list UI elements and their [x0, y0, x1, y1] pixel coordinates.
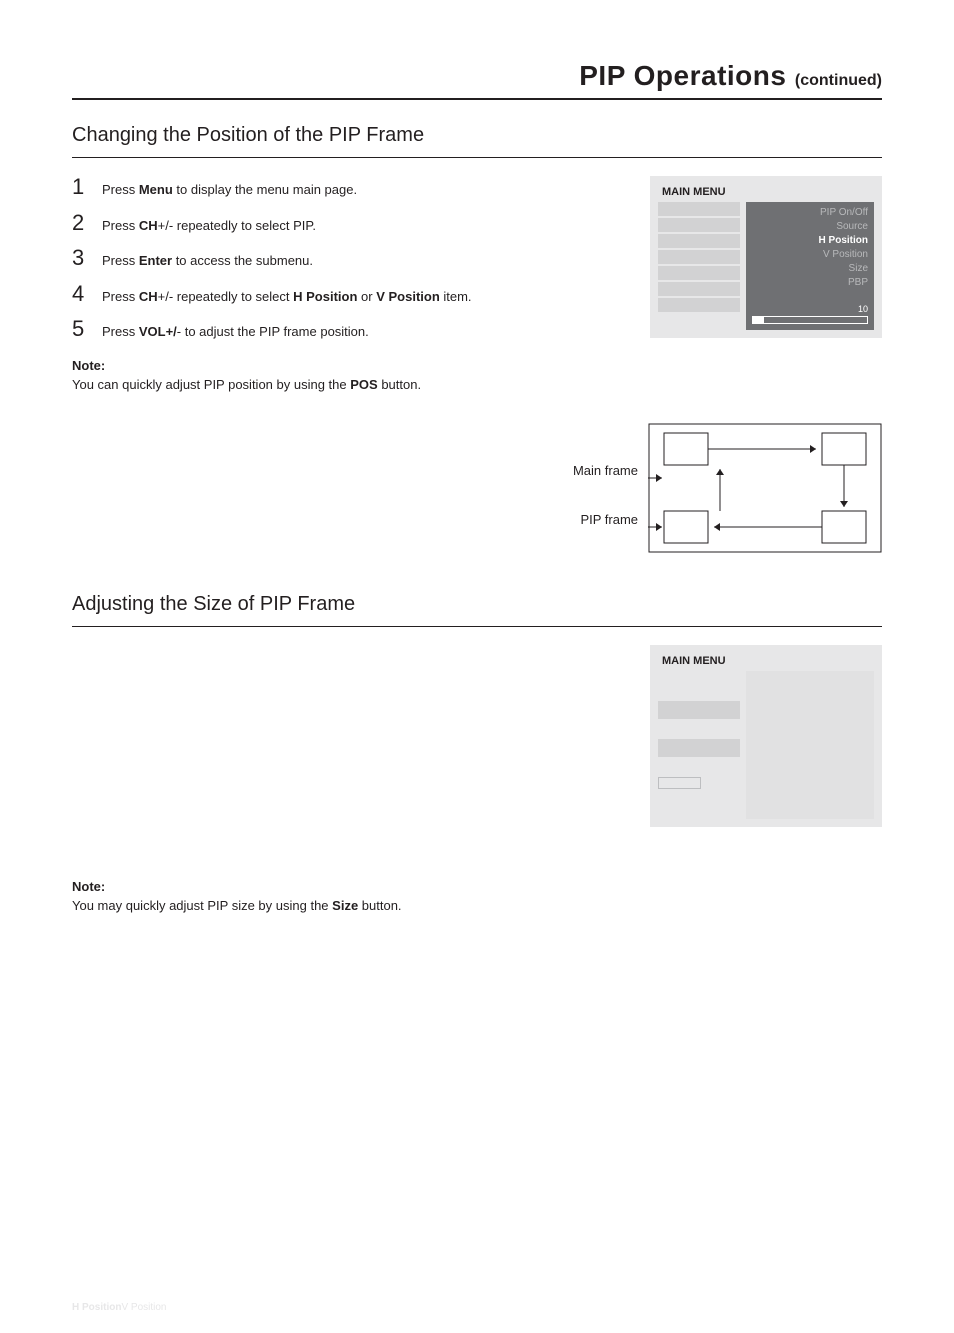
step-text-pre: Press	[102, 253, 139, 268]
osd-right-panel	[746, 671, 874, 819]
note-label: Note:	[72, 877, 882, 897]
osd-item-size: Size	[752, 262, 868, 275]
section2-title: Adjusting the Size of PIP Frame	[72, 593, 882, 627]
osd-left-row	[658, 298, 740, 312]
step-number: 3	[72, 247, 90, 271]
step-text: Press CH+/- repeatedly to select H Posit…	[102, 283, 472, 307]
osd-left-row	[658, 282, 740, 296]
footer-h: H Position	[72, 1302, 121, 1313]
osd-item-pbp: PBP	[752, 276, 868, 289]
step-number: 1	[72, 176, 90, 200]
osd-left-row	[658, 739, 740, 757]
step-text-post: or	[357, 289, 376, 304]
step-text-pre: Press	[102, 182, 139, 197]
step-4: 4 Press CH+/- repeatedly to select H Pos…	[72, 283, 620, 307]
osd-slider-track	[752, 316, 868, 324]
step-text-mid: to access the submenu.	[172, 253, 313, 268]
osd-title: MAIN MENU	[658, 653, 874, 671]
step-text-bold: CH	[139, 289, 158, 304]
osd-left-row	[658, 701, 740, 719]
osd-slider-value: 10	[752, 304, 868, 314]
step-text-post2: item.	[440, 289, 472, 304]
step-text: Press VOL+/- to adjust the PIP frame pos…	[102, 318, 369, 342]
step-text-pre: Press	[102, 289, 139, 304]
osd-left-row	[658, 777, 701, 789]
step-1: 1 Press Menu to display the menu main pa…	[72, 176, 620, 200]
note-text-bold: POS	[350, 377, 377, 392]
note-text-pre: You may quickly adjust PIP size by using…	[72, 898, 332, 913]
osd-menu-2: MAIN MENU	[650, 645, 882, 827]
step-number: 4	[72, 283, 90, 307]
step-number: 5	[72, 318, 90, 342]
note-text-pre: You can quickly adjust PIP position by u…	[72, 377, 350, 392]
osd-left-column	[658, 202, 740, 330]
note-text-bold: Size	[332, 898, 358, 913]
step-text-mid: +/- repeatedly to select	[158, 289, 294, 304]
note-1: Note: You can quickly adjust PIP positio…	[72, 356, 620, 395]
note-text-post: button.	[358, 898, 401, 913]
osd-item-h-position: H Position	[752, 234, 868, 247]
step-text-pre: Press	[102, 218, 139, 233]
osd-slider-fill	[753, 317, 764, 323]
step-text: Press Menu to display the menu main page…	[102, 176, 357, 200]
step-3: 3 Press Enter to access the submenu.	[72, 247, 620, 271]
step-text-mid: to display the menu main page.	[173, 182, 357, 197]
osd-right-panel: PIP On/Off Source H Position V Position …	[746, 202, 874, 330]
step-text-bold: Menu	[139, 182, 173, 197]
step-2: 2 Press CH+/- repeatedly to select PIP.	[72, 212, 620, 236]
note-text: You can quickly adjust PIP position by u…	[72, 375, 620, 395]
note-text-post: button.	[378, 377, 421, 392]
step-text-bold: Enter	[139, 253, 172, 268]
step-number: 2	[72, 212, 90, 236]
page-title-main: PIP Operations	[579, 60, 786, 91]
note-label: Note:	[72, 356, 620, 376]
osd-title: MAIN MENU	[658, 184, 874, 202]
osd-item-v-position: V Position	[752, 248, 868, 261]
step-text-mid: +/- repeatedly to select PIP.	[158, 218, 316, 233]
step-text-bold: VOL+/	[139, 324, 177, 339]
step-5: 5 Press VOL+/- to adjust the PIP frame p…	[72, 318, 620, 342]
step-text-bold: CH	[139, 218, 158, 233]
step-text-bold2: H Position	[293, 289, 357, 304]
osd-menu-1: MAIN MENU PIP On/Off Source H Position V…	[650, 176, 882, 338]
osd-item-source: Source	[752, 220, 868, 233]
step-text-pre: Press	[102, 324, 139, 339]
osd-left-row	[658, 250, 740, 264]
note-2: Note: You may quickly adjust PIP size by…	[72, 877, 882, 916]
diagram-label-main: Main frame	[573, 463, 638, 478]
osd-left-column	[658, 671, 740, 819]
section1-title: Changing the Position of the PIP Frame	[72, 124, 882, 158]
step-text: Press CH+/- repeatedly to select PIP.	[102, 212, 316, 236]
osd-left-row	[658, 266, 740, 280]
osd-item-pip-onoff: PIP On/Off	[752, 206, 868, 219]
pip-position-diagram	[648, 423, 882, 553]
footer-ghost-text: H PositionV Position	[72, 1302, 166, 1313]
osd-left-row	[658, 218, 740, 232]
note-text: You may quickly adjust PIP size by using…	[72, 896, 882, 916]
page-header: PIP Operations (continued)	[72, 60, 882, 100]
step-text-bold3: V Position	[376, 289, 440, 304]
step-text-mid: - to adjust the PIP frame position.	[177, 324, 369, 339]
page-title-sub: (continued)	[790, 72, 882, 89]
diagram-label-pip: PIP frame	[573, 512, 638, 527]
footer-v: V Position	[121, 1302, 166, 1313]
osd-left-row	[658, 202, 740, 216]
osd-left-row	[658, 234, 740, 248]
step-text: Press Enter to access the submenu.	[102, 247, 313, 271]
